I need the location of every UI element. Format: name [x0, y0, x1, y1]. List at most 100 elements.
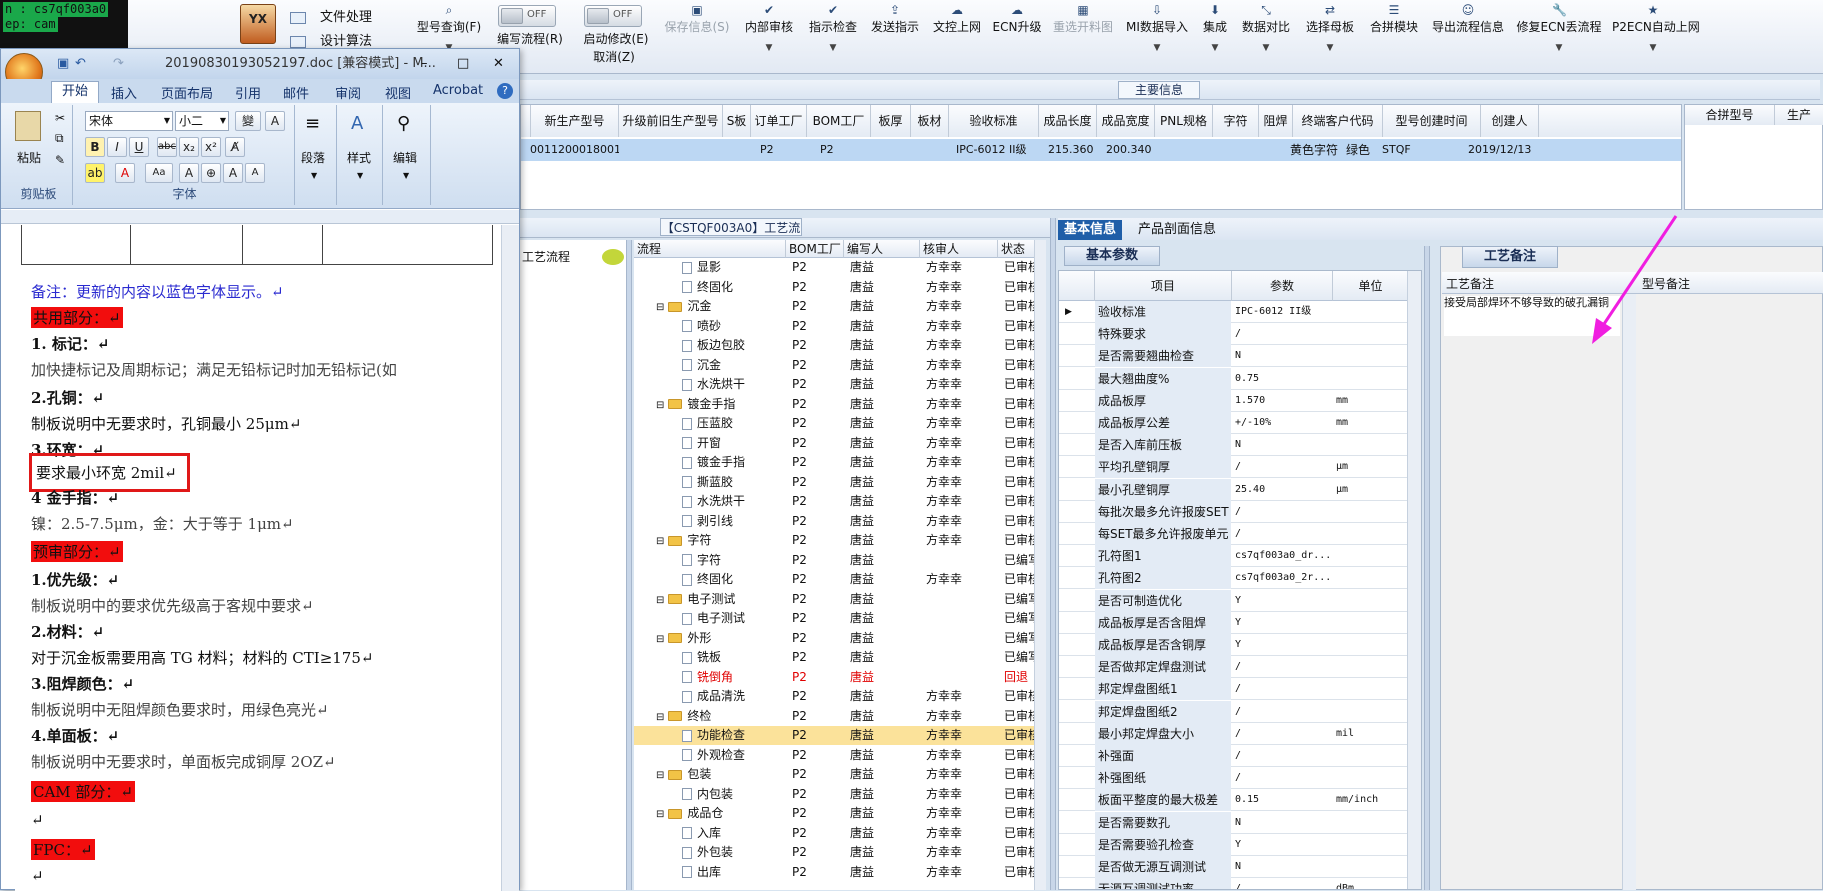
param-value[interactable]: cs7qf003a0_dr... — [1232, 545, 1332, 567]
tree-row[interactable]: ⊟ 成品仓 P2 唐益 方幸幸 已审核 — [634, 804, 1046, 823]
col-header[interactable]: 创建人 — [1481, 105, 1539, 137]
param-value[interactable]: N — [1232, 812, 1332, 834]
tree-row[interactable]: ⊟ 字符 P2 唐益 方幸幸 已审核 — [634, 531, 1046, 550]
tree-row[interactable]: 水洗烘干 P2 唐益 方幸幸 已审核 — [634, 375, 1046, 394]
tree-row[interactable]: 显影 P2 唐益 方幸幸 已审核 — [634, 258, 1046, 277]
tree-row[interactable]: 镀金手指 P2 唐益 方幸幸 已审核 — [634, 453, 1046, 472]
col-header[interactable]: 字符 — [1213, 105, 1259, 137]
col-header[interactable]: 流程 — [634, 240, 786, 258]
expand-toggle-icon[interactable]: ⊟ — [656, 536, 664, 547]
merge-model-grid[interactable]: 合拼型号 生产 — [1684, 104, 1823, 210]
save-info-button[interactable]: ▣ 保存信息(S) — [660, 4, 734, 70]
internal-review-button[interactable]: ✔ 内部审核 ▼ — [742, 4, 796, 70]
param-row[interactable]: 成品板厚公差 +/-10% mm — [1059, 412, 1421, 434]
expand-toggle-icon[interactable]: ⊟ — [656, 712, 664, 723]
param-row[interactable]: 板面平整度的最大极差 0.15 mm/inch — [1059, 789, 1421, 812]
splitter[interactable] — [626, 240, 632, 890]
tree-row[interactable]: 出库 P2 唐益 方幸幸 已审核 — [634, 863, 1046, 882]
enclose-char-icon[interactable]: ⊕ — [201, 163, 221, 183]
tab-home[interactable]: 开始 — [51, 81, 100, 103]
param-row[interactable]: 补强图纸 / — [1059, 767, 1421, 790]
tree-row[interactable]: 喷砂 P2 唐益 方幸幸 已审核 — [634, 317, 1046, 336]
param-value[interactable]: 25.40 — [1232, 479, 1332, 501]
param-value[interactable]: N — [1232, 434, 1332, 456]
cut-icon[interactable]: ✂ — [55, 111, 65, 125]
param-row[interactable]: 补强面 / — [1059, 745, 1421, 767]
param-value[interactable]: +/-10% — [1232, 412, 1332, 434]
p2ecn-auto-online-button[interactable]: ★ P2ECN自动上网 ▼ — [1612, 4, 1700, 70]
cancel-button[interactable]: 取消(Z) — [584, 48, 644, 66]
select-mother-board-button[interactable]: ⇄ 选择母板 ▼ — [1302, 4, 1358, 70]
param-row[interactable]: 是否需要验孔检查 Y — [1059, 833, 1421, 856]
param-value[interactable]: / — [1232, 723, 1332, 745]
col-header[interactable]: 核审人 — [920, 240, 998, 258]
paste-icon[interactable] — [15, 111, 41, 141]
col-header[interactable]: 参数 — [1232, 271, 1333, 301]
param-row[interactable]: 每批次最多允许报废SET / — [1059, 500, 1421, 523]
start-edit-toggle[interactable]: OFF — [584, 5, 642, 27]
tree-row[interactable]: 字符 P2 唐益 已编写 — [634, 551, 1046, 570]
param-value[interactable]: cs7qf003a0_2r... — [1232, 567, 1332, 589]
phonetic-icon[interactable]: 變 — [235, 111, 261, 131]
param-value[interactable]: 0.15 — [1232, 789, 1332, 811]
maximize-icon[interactable]: □ — [457, 49, 469, 79]
col-header[interactable]: 成品宽度 — [1097, 105, 1155, 137]
highlight-icon[interactable]: ab — [85, 163, 105, 183]
tree-row[interactable]: 板边包胶 P2 唐益 方幸幸 已审核 — [634, 336, 1046, 355]
tree-row[interactable]: 功能检查 P2 唐益 方幸幸 已审核 — [634, 726, 1046, 745]
param-value[interactable]: 0.75 — [1232, 368, 1332, 390]
send-instruction-button[interactable]: ⇪ 发送指示 — [868, 4, 922, 70]
tree-row[interactable]: 铣倒角 P2 唐益 回退 — [634, 668, 1046, 687]
expand-toggle-icon[interactable]: ⊟ — [656, 770, 664, 781]
main-info-grid[interactable]: 新生产型号 升级前旧生产型号 S板 订单工厂 BOM工厂 板厚 板材 验收标准 … — [520, 104, 1682, 210]
param-row[interactable]: 是否做邦定焊盘测试 / — [1059, 656, 1421, 679]
tab-base-info[interactable]: 基本信息 — [1058, 220, 1123, 240]
tree-row[interactable]: ⊟ 包装 P2 唐益 方幸幸 已审核 — [634, 765, 1046, 784]
expand-toggle-icon[interactable]: ⊟ — [656, 400, 664, 411]
font-size-select[interactable]: 小二 ▼ — [175, 111, 229, 131]
col-header[interactable]: 合拼型号 — [1685, 105, 1775, 125]
param-row[interactable]: 成品板厚是否含阻焊 Y — [1059, 611, 1421, 634]
param-value[interactable]: 1.570 — [1232, 390, 1332, 412]
col-header[interactable]: 单位 — [1333, 271, 1409, 301]
data-compare-button[interactable]: ⤡ 数据对比 ▼ — [1238, 4, 1294, 70]
param-value[interactable]: / — [1232, 656, 1332, 678]
param-value[interactable]: Y — [1232, 612, 1332, 634]
tree-row[interactable]: ⊟ 沉金 P2 唐益 方幸幸 已审核 — [634, 297, 1046, 316]
reselect-cut-image-button[interactable]: ▦ 重选开料图 — [1050, 4, 1116, 70]
col-header[interactable]: 成品长度 — [1039, 105, 1097, 137]
integrate-button[interactable]: ⬇ 集成 ▼ — [1200, 4, 1230, 70]
param-row[interactable]: 是否可制造优化 Y — [1059, 589, 1421, 612]
param-value[interactable]: / — [1232, 745, 1332, 767]
export-flow-info-button[interactable]: ☺ 导出流程信息 — [1430, 4, 1506, 70]
col-header[interactable]: 板厚 — [871, 105, 911, 137]
col-header[interactable]: 编写人 — [844, 240, 920, 258]
col-header[interactable]: 工艺备注 — [1446, 275, 1494, 292]
repair-ecn-flow-button[interactable]: 🔧 修复ECN丢流程 ▼ — [1516, 4, 1602, 70]
remark-scrollbar[interactable] — [1622, 294, 1636, 890]
clear-format-icon[interactable]: A̸ — [225, 137, 245, 157]
param-row[interactable]: 最小孔壁铜厚 25.40 μm — [1059, 478, 1421, 501]
splitter[interactable] — [1050, 218, 1056, 890]
col-header[interactable]: 升级前旧生产型号 — [619, 105, 723, 137]
char-border-icon[interactable]: A — [265, 111, 285, 131]
tab-review[interactable]: 审阅 — [335, 83, 361, 102]
params-scrollbar[interactable] — [1407, 271, 1421, 889]
param-value[interactable]: / — [1232, 501, 1332, 523]
tab-base-params[interactable]: 基本参数 — [1064, 246, 1160, 266]
param-row[interactable]: 平均孔壁铜厚 / μm — [1059, 456, 1421, 479]
param-row[interactable]: 最大翘曲度% 0.75 — [1059, 367, 1421, 390]
col-header[interactable]: 生产 — [1775, 105, 1823, 125]
splitter[interactable] — [1424, 246, 1430, 890]
tab-mailings[interactable]: 邮件 — [283, 83, 309, 102]
col-header[interactable]: 终端客户代码 — [1293, 105, 1383, 137]
param-value[interactable]: IPC-6012 II级 — [1232, 301, 1332, 323]
italic-icon[interactable]: I — [107, 137, 127, 157]
param-row[interactable]: 最小邦定焊盘大小 / mil — [1059, 722, 1421, 745]
base-params-grid[interactable]: 项目 参数 单位 ▶ 验收标准 IPC-6012 II级 特殊要求 / 是否需要翘曲检查 N… — [1058, 270, 1422, 890]
param-row[interactable]: 每SET最多允许报废单元 / — [1059, 523, 1421, 545]
tab-view[interactable]: 视图 — [385, 83, 411, 102]
undo-icon[interactable]: ↶ — [75, 49, 86, 79]
col-header[interactable]: 项目 — [1095, 271, 1232, 301]
font-name-select[interactable]: 宋体 ▼ — [85, 111, 173, 131]
